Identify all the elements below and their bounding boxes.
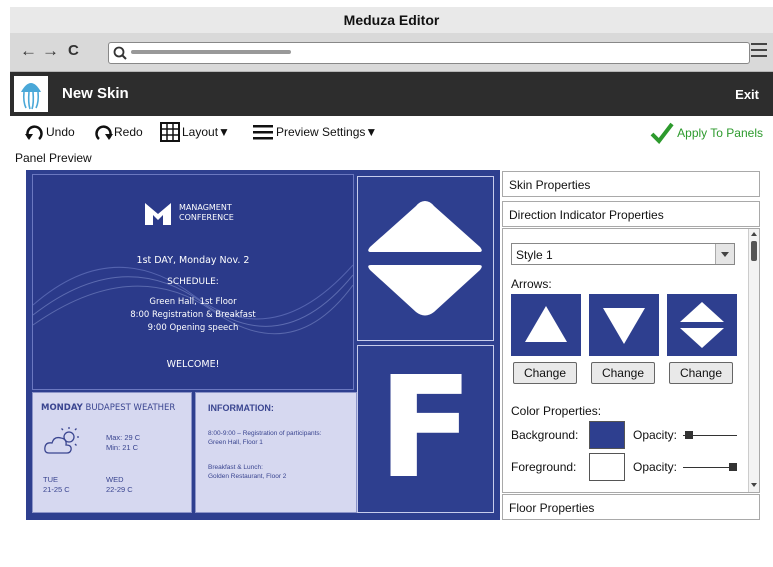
org-line2: CONFERENCE (179, 213, 234, 222)
foreground-opacity-slider[interactable] (683, 461, 737, 473)
scroll-up-icon[interactable] (750, 230, 758, 238)
forecast-wed: WED 22-29 C (106, 475, 133, 495)
panel-scrollbar[interactable] (748, 229, 759, 492)
info-p1-line1: 8:00-9:00 – Registration of participants… (208, 430, 322, 437)
search-icon (113, 46, 127, 60)
scroll-down-icon[interactable] (750, 481, 758, 489)
scroll-thumb[interactable] (751, 241, 757, 261)
background-label: Background: (511, 428, 579, 442)
chevron-down-icon (715, 244, 734, 264)
list-icon (253, 125, 273, 140)
panel-preview-label: Panel Preview (15, 151, 92, 165)
foreground-label: Foreground: (511, 460, 577, 474)
weather-day: MONDAY (41, 403, 83, 413)
arrow-updown-tile (667, 294, 737, 356)
up-down-arrow-icon (680, 302, 724, 348)
partly-cloudy-icon (44, 427, 79, 454)
slider-thumb[interactable] (729, 463, 737, 471)
address-bar[interactable] (108, 42, 750, 64)
window-title: Meduza Editor (10, 7, 773, 34)
forecast-tue-temp: 21-25 C (43, 485, 70, 494)
down-arrow-icon (603, 308, 645, 344)
style-select[interactable]: Style 1 (511, 243, 735, 265)
info-title: INFORMATION: (208, 403, 274, 413)
direction-indicator-preview (357, 176, 494, 341)
info-p1-line2: Green Hall, Floor 1 (208, 439, 263, 446)
slider-thumb[interactable] (685, 431, 693, 439)
info-paragraph1: 8:00-9:00 – Registration of participants… (208, 429, 358, 447)
schedule-line1: Green Hall, 1st Floor (149, 297, 237, 307)
info-p2-line2: Golden Restaurant, Floor 2 (208, 473, 287, 480)
arrow-up-tile (511, 294, 581, 356)
forward-icon[interactable]: → (42, 41, 59, 61)
background-color-swatch[interactable] (589, 421, 625, 449)
undo-button[interactable]: Undo (24, 122, 75, 142)
conference-slide: MANAGMENT CONFERENCE 1st DAY, Monday Nov… (32, 174, 354, 390)
temp-min: Min: 21 C (106, 443, 139, 452)
conference-logo-icon (145, 203, 171, 225)
schedule-heading: SCHEDULE: (167, 277, 219, 287)
change-updown-arrow-button[interactable]: Change (669, 362, 733, 384)
weather-temps: Max: 29 C Min: 21 C (106, 433, 140, 453)
redo-label: Redo (114, 125, 143, 139)
information-widget: INFORMATION: 8:00-9:00 – Registration of… (195, 392, 357, 513)
reload-icon[interactable]: C (68, 41, 79, 61)
direction-indicator-section[interactable]: Direction Indicator Properties (502, 201, 760, 227)
schedule-line2: 8:00 Registration & Breakfast (130, 310, 256, 320)
foreground-color-swatch[interactable] (589, 453, 625, 481)
forecast-tue: TUE 21-25 C (43, 475, 70, 495)
org-name: MANAGMENT CONFERENCE (179, 203, 234, 223)
app-title: New Skin (62, 85, 129, 102)
redo-icon (95, 125, 113, 140)
floor-properties-section[interactable]: Floor Properties (502, 494, 760, 520)
day-text: 1st DAY, Monday Nov. 2 (136, 255, 250, 266)
arrow-down-tile (589, 294, 659, 356)
style-select-value: Style 1 (516, 248, 553, 262)
app-header: New Skin Exit (10, 72, 773, 116)
back-icon[interactable]: ← (20, 41, 37, 61)
direction-indicator-panel: Style 1 Arrows: Change Change Change Col… (502, 228, 760, 493)
forecast-wed-day: WED (106, 475, 124, 484)
browser-navbar: ← → C (10, 33, 773, 72)
url-text (131, 50, 291, 54)
jellyfish-logo-icon (14, 76, 48, 112)
layout-menu[interactable]: Layout▼ (160, 122, 230, 142)
info-paragraph2: Breakfast & Lunch: Golden Restaurant, Fl… (208, 463, 286, 481)
layout-label: Layout▼ (182, 125, 230, 139)
skin-properties-section[interactable]: Skin Properties (502, 171, 760, 197)
grid-icon (160, 122, 180, 142)
background-opacity-slider[interactable] (683, 429, 737, 441)
color-properties-label: Color Properties: (511, 404, 602, 418)
apply-label: Apply To Panels (677, 126, 763, 140)
preview-settings-menu[interactable]: Preview Settings▼ (252, 122, 377, 142)
arrows-label: Arrows: (511, 277, 552, 291)
welcome-text: WELCOME! (166, 359, 220, 370)
floor-indicator-preview: F (357, 345, 494, 513)
floor-letter: F (377, 347, 474, 510)
temp-max: Max: 29 C (106, 433, 141, 442)
undo-label: Undo (46, 125, 75, 139)
foreground-opacity-label: Opacity: (633, 460, 678, 474)
info-p2-line1: Breakfast & Lunch: (208, 464, 263, 471)
menu-icon[interactable] (751, 43, 767, 57)
forecast-wed-temp: 22-29 C (106, 485, 133, 494)
preview-settings-label: Preview Settings▼ (276, 125, 378, 139)
checkmark-icon (650, 122, 674, 144)
forecast-tue-day: TUE (43, 475, 58, 484)
change-down-arrow-button[interactable]: Change (591, 362, 655, 384)
up-arrow-icon (525, 306, 567, 342)
change-up-arrow-button[interactable]: Change (513, 362, 577, 384)
up-down-arrows-icon (368, 201, 482, 316)
undo-icon (25, 125, 43, 140)
apply-to-panels-button[interactable]: Apply To Panels (650, 122, 763, 144)
weather-widget: MONDAY BUDAPEST WEATHER Max: 29 C Min: 2… (32, 392, 192, 513)
background-opacity-label: Opacity: (633, 428, 678, 442)
toolbar: Undo Redo Layout▼ Preview Settings▼ Appl… (10, 118, 773, 146)
org-line1: MANAGMENT (179, 203, 232, 212)
weather-city: BUDAPEST WEATHER (85, 403, 176, 413)
exit-button[interactable]: Exit (735, 87, 759, 102)
weather-heading: MONDAY BUDAPEST WEATHER (41, 403, 175, 413)
schedule-line3: 9:00 Opening speech (147, 323, 239, 333)
redo-button[interactable]: Redo (92, 122, 143, 142)
